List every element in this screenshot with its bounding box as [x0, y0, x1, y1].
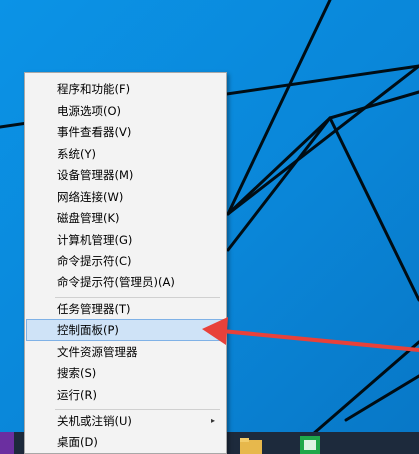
menu-item-programs-and-features[interactable]: 程序和功能(F) [26, 78, 225, 100]
menu-item-event-viewer[interactable]: 事件查看器(V) [26, 121, 225, 143]
menu-item-label: 桌面(D) [57, 435, 98, 449]
menu-item-label: 运行(R) [57, 388, 97, 402]
menu-item-search[interactable]: 搜索(S) [26, 362, 225, 384]
folder-icon[interactable] [238, 436, 264, 454]
menu-item-label: 搜索(S) [57, 366, 97, 380]
menu-item-label: 命令提示符(管理员)(A) [57, 275, 175, 289]
menu-item-desktop[interactable]: 桌面(D) [26, 431, 225, 453]
menu-item-label: 设备管理器(M) [57, 168, 134, 182]
menu-item-disk-management[interactable]: 磁盘管理(K) [26, 207, 225, 229]
menu-item-label: 磁盘管理(K) [57, 211, 120, 225]
start-icon[interactable] [0, 432, 14, 454]
menu-item-network-connections[interactable]: 网络连接(W) [26, 186, 225, 208]
submenu-arrow-icon: ▸ [210, 416, 215, 425]
menu-item-label: 命令提示符(C) [57, 254, 132, 268]
menu-item-label: 文件资源管理器 [57, 345, 138, 359]
menu-item-control-panel[interactable]: 控制面板(P) [26, 319, 225, 341]
menu-item-label: 计算机管理(G) [57, 233, 133, 247]
menu-item-label: 控制面板(P) [57, 323, 119, 337]
menu-item-label: 系统(Y) [57, 147, 96, 161]
menu-item-label: 程序和功能(F) [57, 82, 131, 96]
menu-item-file-explorer[interactable]: 文件资源管理器 [26, 341, 225, 363]
menu-item-label: 网络连接(W) [57, 190, 124, 204]
menu-item-command-prompt-admin[interactable]: 命令提示符(管理员)(A) [26, 271, 225, 293]
menu-item-label: 任务管理器(T) [57, 302, 131, 316]
green-app-icon[interactable] [298, 434, 322, 454]
menu-item-system[interactable]: 系统(Y) [26, 143, 225, 165]
menu-item-shutdown-signout[interactable]: 关机或注销(U) ▸ [26, 410, 225, 432]
menu-item-command-prompt[interactable]: 命令提示符(C) [26, 250, 225, 272]
menu-item-task-manager[interactable]: 任务管理器(T) [26, 298, 225, 320]
menu-item-label: 事件查看器(V) [57, 125, 132, 139]
menu-item-power-options[interactable]: 电源选项(O) [26, 100, 225, 122]
menu-item-label: 关机或注销(U) [57, 414, 132, 428]
context-menu: 程序和功能(F) 电源选项(O) 事件查看器(V) 系统(Y) 设备管理器(M)… [24, 72, 227, 454]
menu-item-device-manager[interactable]: 设备管理器(M) [26, 164, 225, 186]
menu-item-run[interactable]: 运行(R) [26, 384, 225, 406]
menu-item-computer-management[interactable]: 计算机管理(G) [26, 229, 225, 251]
menu-item-label: 电源选项(O) [57, 104, 122, 118]
